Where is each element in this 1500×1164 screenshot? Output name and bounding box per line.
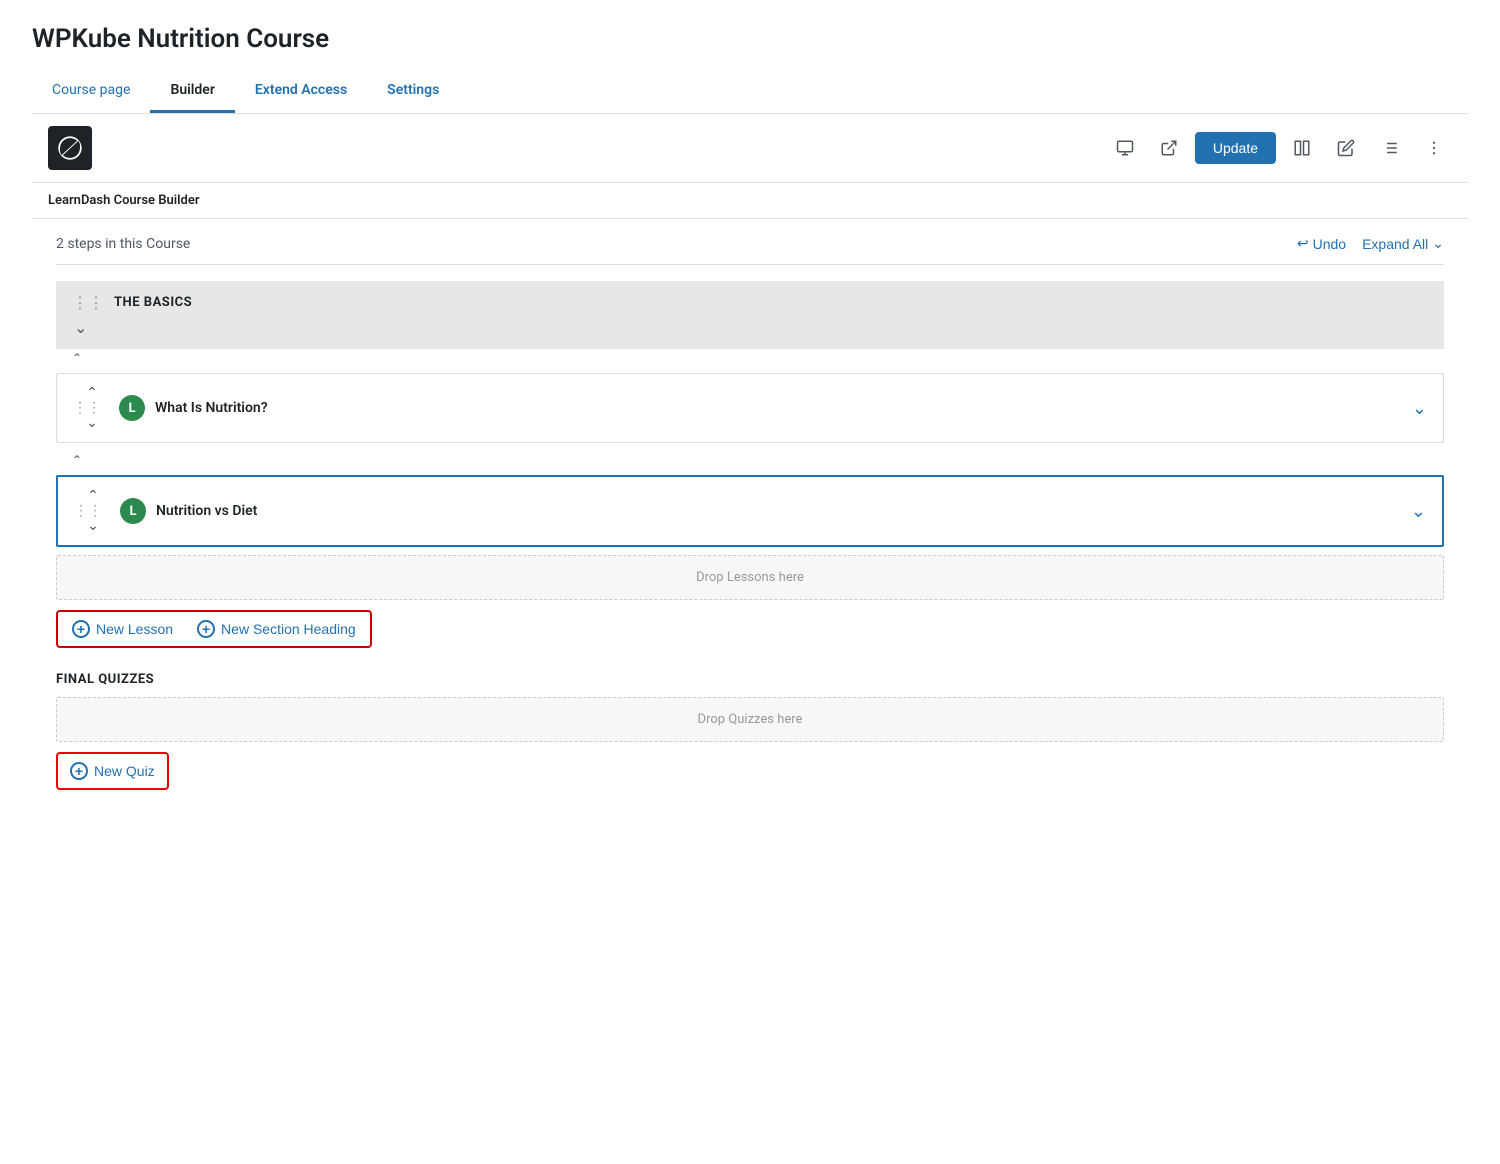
drop-quizzes-zone: Drop Quizzes here	[56, 697, 1444, 742]
builder-label: LearnDash Course Builder	[32, 183, 1468, 219]
tab-course-page[interactable]: Course page	[32, 70, 150, 113]
tab-builder[interactable]: Builder	[150, 70, 234, 113]
lesson-item-wrapper-2: ⌃ ⌃ ⋮⋮ ⌄ L Nutrition vs Diet ⌄	[56, 451, 1444, 547]
new-section-heading-button[interactable]: + New Section Heading	[197, 620, 356, 638]
lesson-badge-1: L	[119, 395, 145, 421]
undo-label: Undo	[1313, 236, 1346, 252]
lesson-item-2: ⌃ ⋮⋮ ⌄ L Nutrition vs Diet ⌄	[56, 475, 1444, 547]
desktop-view-button[interactable]	[1107, 130, 1143, 166]
undo-button[interactable]: ↩ Undo	[1297, 235, 1346, 252]
section-the-basics: ⋮⋮ THE BASICS ⌄	[56, 281, 1444, 349]
new-section-heading-label: New Section Heading	[221, 621, 356, 637]
wordpress-logo	[48, 126, 92, 170]
drag-handle-lesson-2[interactable]: ⋮⋮	[74, 503, 102, 519]
new-quiz-icon: +	[70, 762, 88, 780]
section-collapse-icon[interactable]: ⌄	[74, 318, 1428, 337]
list-view-button[interactable]	[1372, 130, 1408, 166]
edit-icon	[1337, 139, 1355, 157]
page-title: WPKube Nutrition Course	[32, 24, 1468, 54]
update-button[interactable]: Update	[1195, 132, 1276, 164]
new-lesson-button[interactable]: + New Lesson	[72, 620, 173, 638]
steps-count: 2 steps in this Course	[56, 236, 190, 252]
chevron-up-icon-1[interactable]: ⌃	[86, 386, 98, 400]
steps-actions: ↩ Undo Expand All ⌄	[1297, 235, 1444, 252]
tabs-bar: Course page Builder Extend Access Settin…	[32, 70, 1468, 114]
steps-header: 2 steps in this Course ↩ Undo Expand All…	[56, 235, 1444, 265]
wp-logo-icon	[56, 134, 84, 162]
lesson-expand-icon-1[interactable]: ⌄	[1412, 398, 1427, 419]
tab-settings[interactable]: Settings	[367, 70, 459, 113]
drag-handle-lesson-1[interactable]: ⋮⋮	[73, 400, 101, 416]
external-link-button[interactable]	[1151, 130, 1187, 166]
more-options-button[interactable]	[1416, 130, 1452, 166]
add-buttons-container: + New Lesson + New Section Heading	[56, 610, 1444, 648]
chevron-up-icon-2[interactable]: ⌃	[87, 489, 99, 503]
new-section-icon: +	[197, 620, 215, 638]
new-lesson-icon: +	[72, 620, 90, 638]
lesson-expand-icon-2[interactable]: ⌄	[1411, 501, 1426, 522]
column-view-button[interactable]	[1284, 130, 1320, 166]
new-quiz-wrapper: + New Quiz	[56, 752, 169, 790]
editor-toolbar: Update	[32, 114, 1468, 183]
columns-icon	[1293, 139, 1311, 157]
chevron-down-icon: ⌄	[1432, 235, 1444, 252]
drag-handle-icon[interactable]: ⋮⋮	[72, 293, 104, 312]
section-header: ⋮⋮ THE BASICS	[72, 293, 1428, 312]
chevron-down-icon-1[interactable]: ⌄	[86, 416, 98, 430]
tab-extend-access[interactable]: Extend Access	[235, 70, 367, 113]
final-quizzes-section: FINAL QUIZZES Drop Quizzes here + New Qu…	[56, 672, 1444, 790]
lesson-item-wrapper-1: ⌃ ⌃ ⋮⋮ ⌄ L What Is Nutrition? ⌄	[56, 349, 1444, 443]
external-link-icon	[1160, 139, 1178, 157]
expand-all-button[interactable]: Expand All ⌄	[1362, 235, 1444, 252]
lesson-item-1: ⌃ ⋮⋮ ⌄ L What Is Nutrition? ⌄	[56, 373, 1444, 443]
lesson-nav-1: ⌃ ⋮⋮ ⌄	[73, 386, 111, 430]
new-quiz-label: New Quiz	[94, 763, 155, 779]
lesson-nav-2: ⌃ ⋮⋮ ⌄	[74, 489, 112, 533]
new-lesson-label: New Lesson	[96, 621, 173, 637]
section-title: THE BASICS	[114, 295, 192, 310]
more-icon	[1425, 139, 1443, 157]
chevron-down-icon-2[interactable]: ⌄	[87, 519, 99, 533]
lesson-title-1: What Is Nutrition?	[155, 400, 1412, 416]
lesson-up-icon-1[interactable]: ⌃	[72, 351, 82, 365]
course-builder: 2 steps in this Course ↩ Undo Expand All…	[32, 219, 1468, 806]
final-quizzes-title: FINAL QUIZZES	[56, 672, 1444, 687]
lesson-title-2: Nutrition vs Diet	[156, 503, 1411, 519]
drop-quizzes-label: Drop Quizzes here	[698, 712, 803, 727]
list-icon	[1381, 139, 1399, 157]
desktop-icon	[1116, 139, 1134, 157]
lesson-up-icon-2[interactable]: ⌃	[72, 453, 82, 467]
edit-button[interactable]	[1328, 130, 1364, 166]
drop-lessons-label: Drop Lessons here	[696, 570, 804, 585]
expand-all-label: Expand All	[1362, 236, 1428, 252]
lesson-badge-2: L	[120, 498, 146, 524]
new-quiz-button[interactable]: + New Quiz	[58, 754, 167, 788]
drop-lessons-zone: Drop Lessons here	[56, 555, 1444, 600]
undo-icon: ↩	[1297, 235, 1309, 252]
